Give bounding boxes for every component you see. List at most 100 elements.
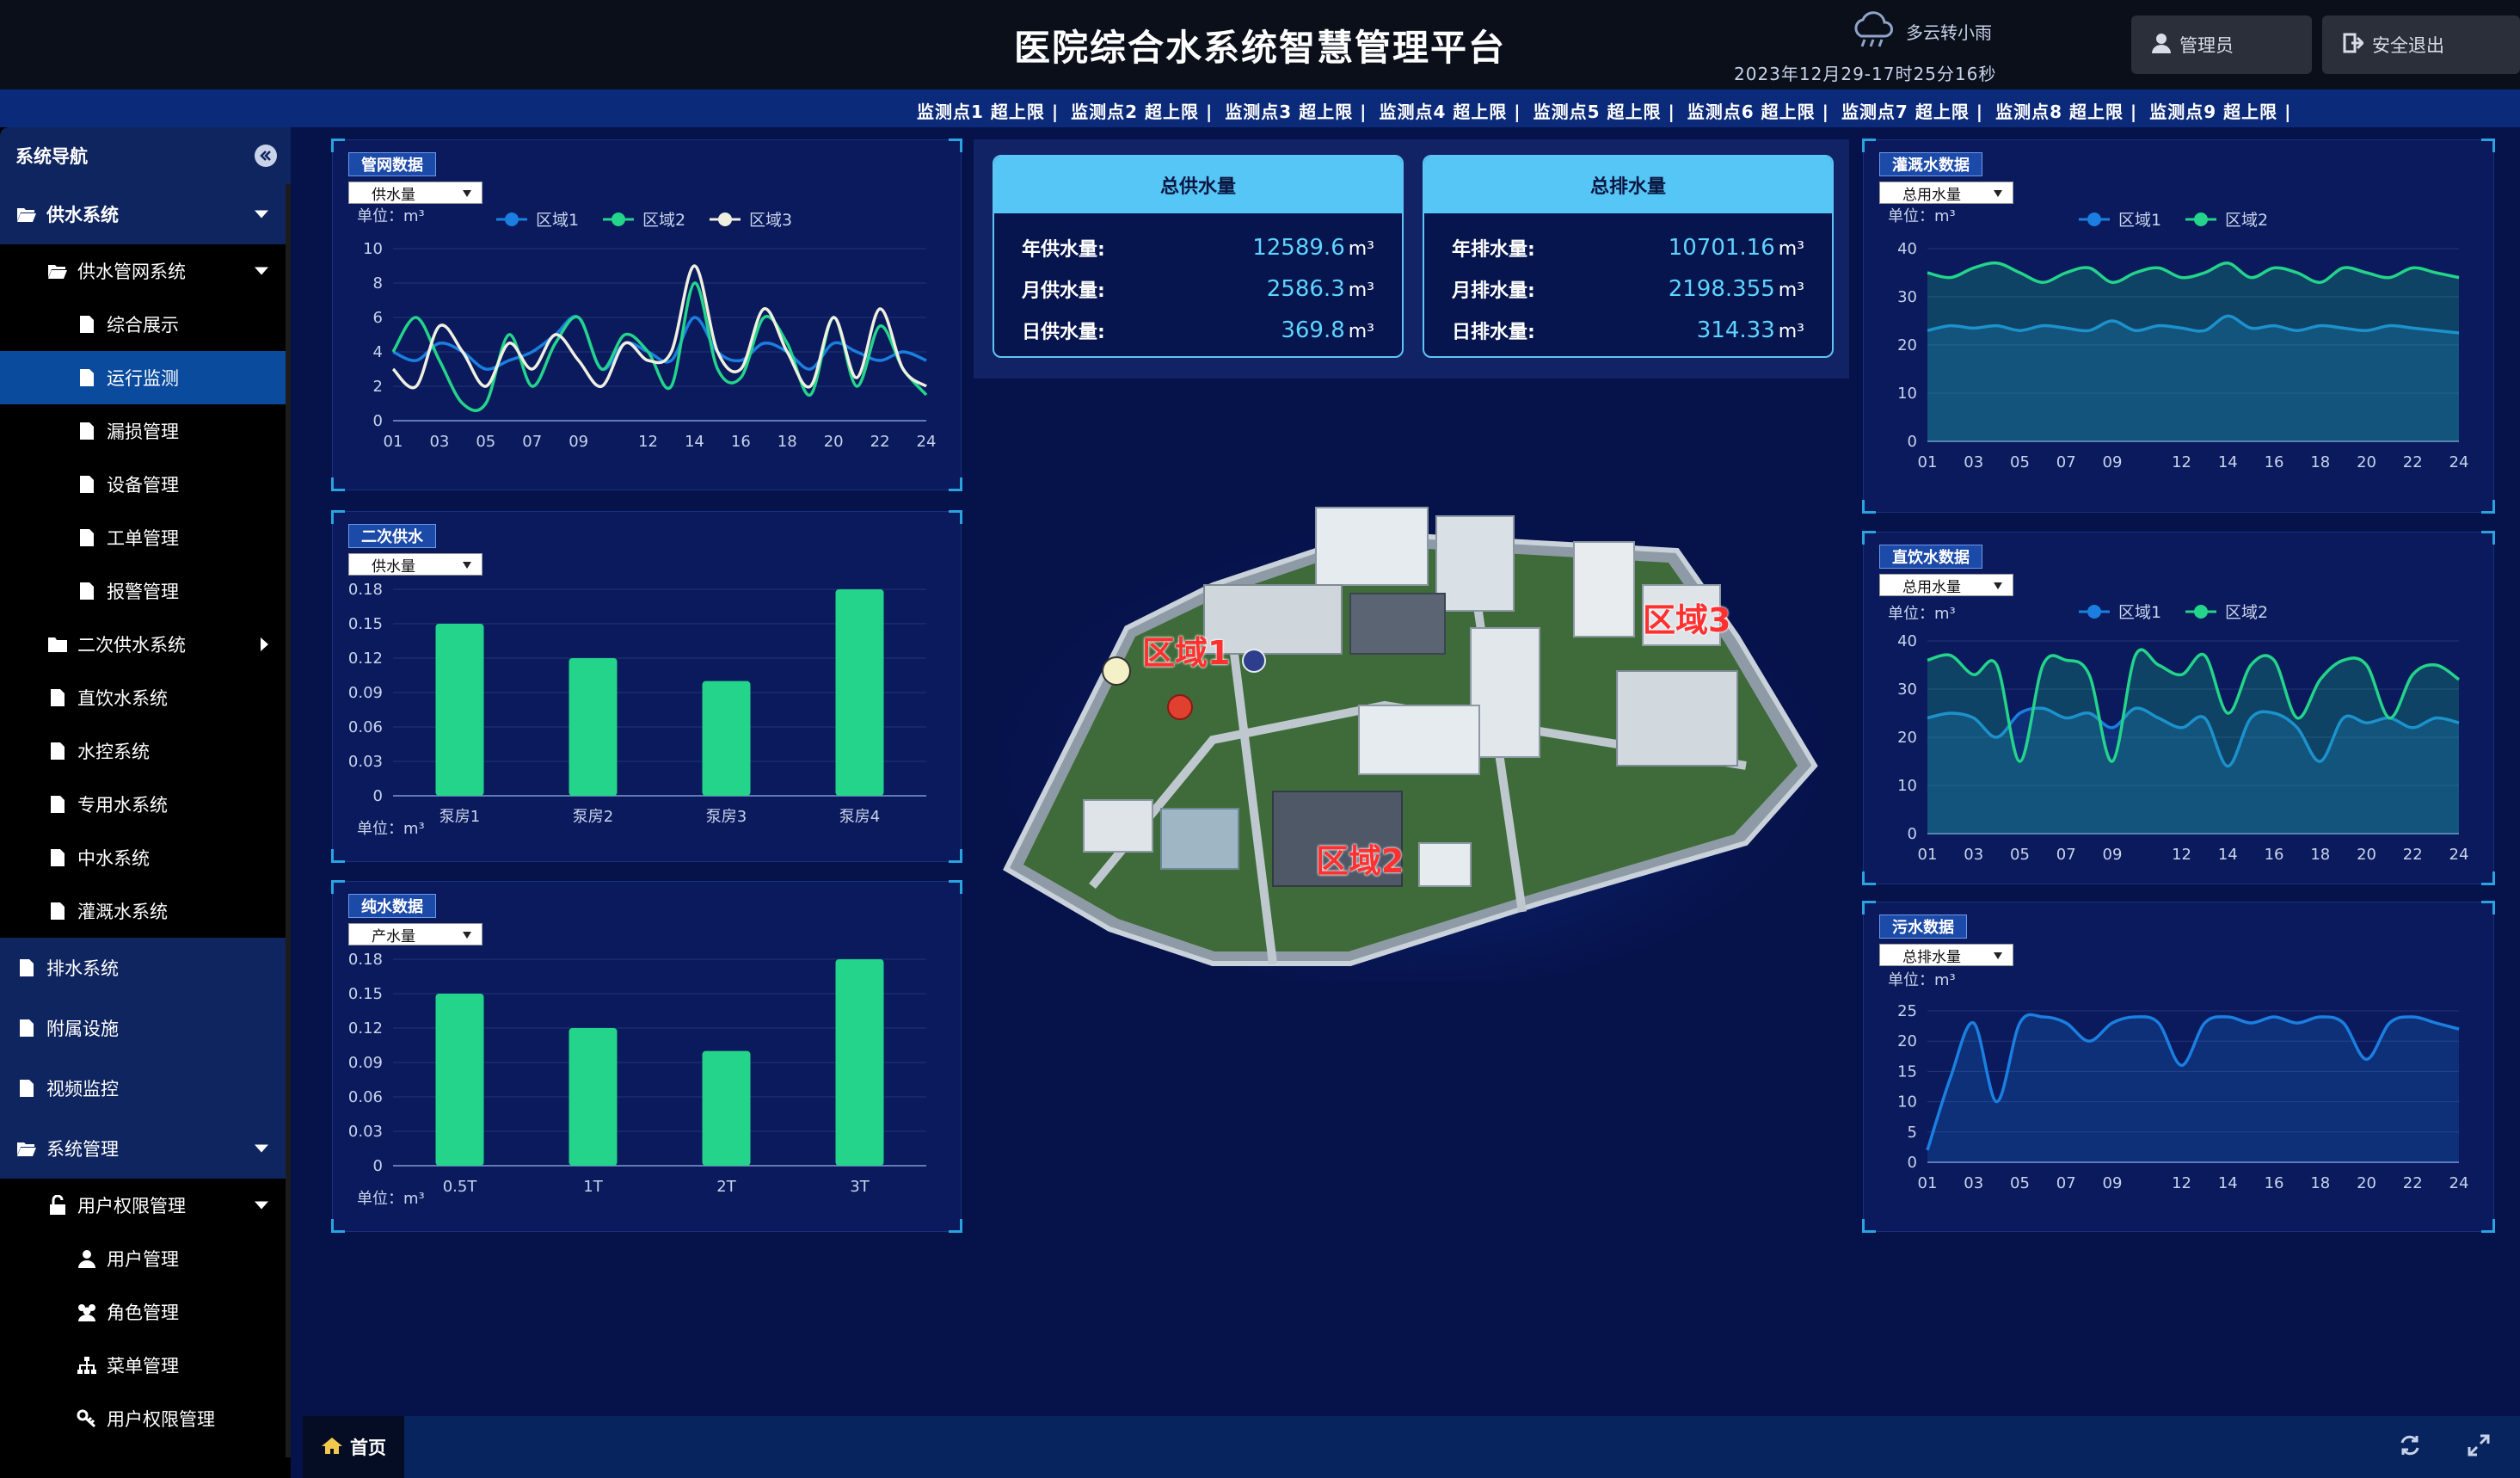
panel-direct-drinking: 直饮水数据 总用水量 单位：m³ 0 10 20 30 40 01 03 05 07 09 12 14 1…	[1862, 531, 2495, 885]
legend-item[interactable]: 区域2	[603, 211, 685, 230]
y-tick-label: 25	[1897, 1002, 1917, 1020]
sidebar-item-user-permissions[interactable]: 用户权限管理	[0, 1392, 286, 1445]
bar[interactable]	[835, 589, 884, 796]
sidebar-item-direct-drinking[interactable]: 直饮水系统	[0, 671, 286, 724]
logout-button[interactable]: 安全退出	[2322, 15, 2520, 74]
x-tick-label: 20	[2357, 1174, 2376, 1192]
series-area	[1927, 650, 2459, 834]
svg-text:区域2: 区域2	[642, 211, 685, 230]
sidebar-item-special-water[interactable]: 专用水系统	[0, 778, 286, 831]
bar[interactable]	[435, 994, 484, 1166]
bar[interactable]	[702, 680, 751, 796]
legend-item[interactable]: 区域2	[2185, 603, 2268, 622]
ticker-item: 监测点3 超上限 |	[1225, 102, 1368, 122]
unit-label: 单位：m³	[1888, 971, 1956, 989]
sidebar-item-secondary-supply[interactable]: 二次供水系统	[0, 618, 286, 671]
unit-label: 单位：m³	[357, 820, 425, 838]
sidebar-item-water-control[interactable]: 水控系统	[0, 724, 286, 778]
direct-area-chart: 单位：m³ 0 10 20 30 40 01 03 05 07 09 12 14 16 18 20 22 24 区域…	[1888, 603, 2468, 864]
y-tick-label: 20	[1897, 1032, 1917, 1050]
bar[interactable]	[569, 1028, 618, 1166]
sidebar-item-alarms[interactable]: 报警管理	[0, 564, 286, 618]
legend-item[interactable]: 区域1	[496, 211, 579, 230]
legend-item[interactable]: 区域1	[2079, 211, 2161, 230]
sitemap-icon	[76, 1354, 98, 1376]
sidebar-scrollbar[interactable]	[286, 184, 291, 1457]
sidebar-item-devices[interactable]: 设备管理	[0, 458, 286, 511]
collapse-sidebar-icon[interactable]	[255, 145, 277, 167]
y-tick-label: 0.06	[348, 718, 383, 736]
file-icon	[76, 313, 98, 336]
series-area	[1927, 262, 2459, 441]
sidebar-item-facilities[interactable]: 附属设施	[0, 998, 286, 1058]
sidebar-item-permissions[interactable]: 用户权限管理	[0, 1179, 286, 1232]
sidebar-item-irrigation[interactable]: 灌溉水系统	[0, 884, 286, 938]
file-icon	[46, 900, 69, 922]
zone-label-1[interactable]: 区域1	[1142, 626, 1230, 674]
file-icon	[76, 580, 98, 602]
legend-item[interactable]: 区域1	[2079, 603, 2161, 622]
sidebar-item-menus[interactable]: 菜单管理	[0, 1339, 286, 1392]
zone-label-3[interactable]: 区域3	[1643, 594, 1730, 641]
sidebar-item-system-admin[interactable]: 系统管理	[0, 1118, 286, 1179]
bottom-bar: 首页	[303, 1416, 2520, 1478]
file-icon	[46, 740, 69, 762]
weather-text: 多云转小雨	[1906, 22, 1992, 43]
sidebar-item-monitoring[interactable]: 运行监测	[0, 351, 286, 404]
refresh-icon[interactable]	[2398, 1433, 2422, 1461]
file-icon	[76, 527, 98, 549]
bar[interactable]	[702, 1050, 751, 1166]
x-tick-label: 24	[2449, 1174, 2469, 1192]
home-tab[interactable]: 首页	[303, 1416, 404, 1478]
fullscreen-icon[interactable]	[2467, 1433, 2491, 1461]
series-area	[1927, 1014, 2459, 1162]
sidebar-item-drainage[interactable]: 排水系统	[0, 938, 286, 998]
user-icon	[2152, 33, 2179, 58]
sidebar-item-reclaimed-water[interactable]: 中水系统	[0, 831, 286, 884]
y-tick-label: 0	[1908, 825, 1917, 843]
panel-pure-water: 纯水数据 产水量 0 0.03 0.06 0.09 0.12 0.15 0.18 0.5T 1T…	[331, 880, 962, 1233]
y-tick-label: 0.15	[348, 985, 383, 1003]
legend-item[interactable]: 区域3	[710, 211, 792, 230]
sidebar-item-workorders[interactable]: 工单管理	[0, 511, 286, 564]
x-tick-label: 20	[2357, 453, 2376, 471]
svg-text:区域1: 区域1	[2118, 211, 2161, 230]
sidebar-item-overview[interactable]: 综合展示	[0, 298, 286, 351]
sidebar-item-users[interactable]: 用户管理	[0, 1232, 286, 1285]
bar[interactable]	[835, 959, 884, 1166]
x-tick-label: 1T	[583, 1178, 603, 1196]
y-tick-label: 0.06	[348, 1088, 383, 1106]
sidebar-item-video[interactable]: 视频监控	[0, 1058, 286, 1118]
y-tick-label: 40	[1897, 632, 1917, 650]
x-tick-label: 07	[2056, 453, 2076, 471]
x-tick-label: 09	[569, 433, 588, 451]
zone-label-2[interactable]: 区域2	[1316, 834, 1404, 882]
y-tick-label: 6	[373, 309, 383, 327]
x-tick-label: 09	[2103, 846, 2123, 864]
unit-label: 单位：m³	[357, 1190, 425, 1208]
sidebar-item-roles[interactable]: 角色管理	[0, 1285, 286, 1339]
home-icon	[321, 1436, 350, 1459]
panel-sewage: 污水数据 总排水量 单位：m³ 0 5 10 15 20 25 01 03 05 07 09 12 14 1…	[1862, 901, 2495, 1233]
admin-label: 管理员	[2179, 35, 2234, 56]
file-icon	[46, 793, 69, 816]
campus-map[interactable]: 区域1 区域2 区域3	[989, 482, 1832, 989]
admin-button[interactable]: 管理员	[2131, 15, 2312, 74]
sidebar-item-water-supply[interactable]: 供水系统	[0, 184, 286, 244]
legend-item[interactable]: 区域2	[2185, 211, 2268, 230]
datetime: 2023年12月29-17时25分16秒	[1734, 64, 1997, 84]
sidebar-item-pipe-network[interactable]: 供水管网系统	[0, 244, 286, 298]
x-tick-label: 05	[2010, 846, 2030, 864]
y-tick-label: 20	[1897, 729, 1917, 747]
bar[interactable]	[569, 658, 618, 796]
x-tick-label: 泵房1	[439, 808, 480, 826]
unit-label: 单位：m³	[357, 207, 425, 225]
file-icon	[15, 1017, 38, 1039]
bar[interactable]	[435, 624, 484, 796]
ticker-item: 监测点8 超上限 |	[1995, 102, 2138, 122]
x-tick-label: 01	[1918, 846, 1938, 864]
sidebar-item-leakage[interactable]: 漏损管理	[0, 404, 286, 458]
folder-open-icon	[15, 203, 38, 225]
y-tick-label: 0.03	[348, 753, 383, 771]
y-tick-label: 15	[1897, 1062, 1917, 1081]
